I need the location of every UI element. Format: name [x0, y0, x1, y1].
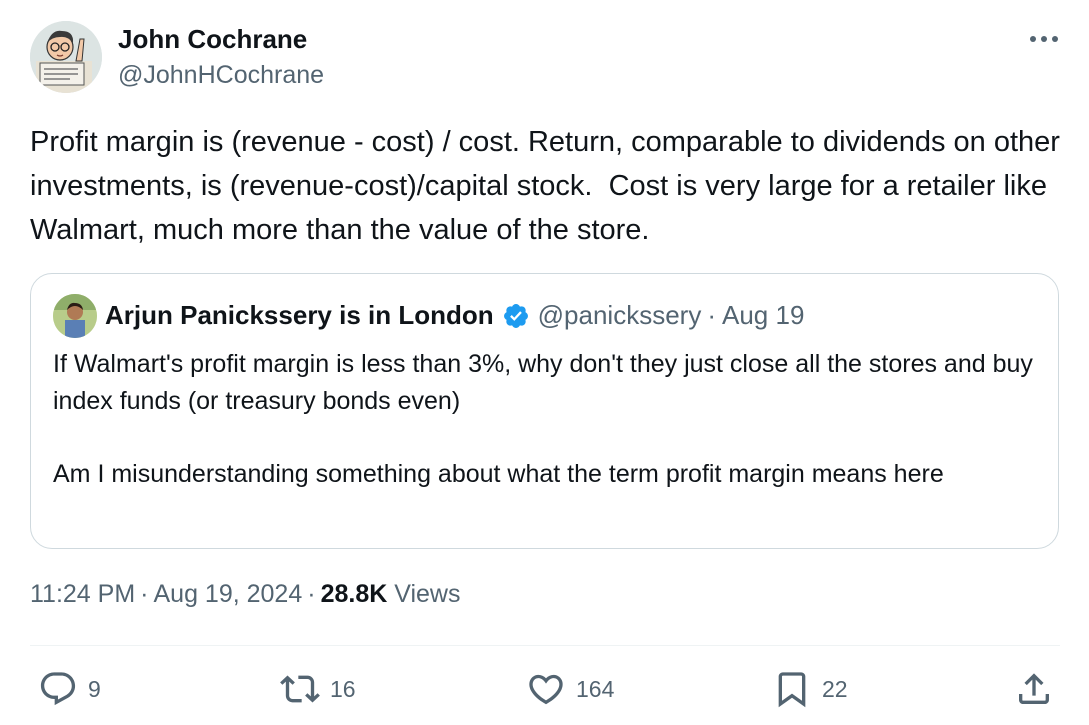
- quoted-separator: ·: [707, 300, 716, 330]
- bookmark-count: 22: [822, 675, 848, 702]
- repost-button[interactable]: 16: [280, 667, 356, 711]
- quoted-paragraph: If Walmart's profit margin is less than …: [53, 350, 1033, 415]
- author-handle[interactable]: @JohnHCochrane: [118, 61, 324, 90]
- like-button[interactable]: 164: [526, 667, 614, 711]
- author-name[interactable]: John Cochrane: [118, 24, 307, 55]
- heart-icon: [526, 669, 566, 709]
- bookmark-button[interactable]: 22: [772, 667, 848, 711]
- quoted-tweet[interactable]: Arjun Panickssery is in London @panickss…: [30, 273, 1059, 549]
- more-options-button[interactable]: [1018, 24, 1070, 54]
- reply-icon: [38, 669, 78, 709]
- tweet: John Cochrane @JohnHCochrane Profit marg…: [0, 0, 1089, 725]
- share-button[interactable]: [1014, 667, 1054, 711]
- views-label: Views: [394, 580, 461, 608]
- more-horizontal-icon: [1029, 30, 1059, 48]
- share-icon: [1014, 669, 1054, 709]
- quoted-tweet-text: If Walmart's profit margin is less than …: [53, 346, 1033, 492]
- reply-count: 9: [88, 675, 101, 702]
- quoted-author-name[interactable]: Arjun Panickssery is in London: [105, 300, 494, 331]
- author-avatar[interactable]: [30, 21, 102, 93]
- tweet-text: Profit margin is (revenue - cost) / cost…: [30, 126, 1069, 246]
- quoted-author-avatar[interactable]: [53, 294, 97, 338]
- bookmark-icon: [772, 669, 812, 709]
- meta-separator: ·: [307, 580, 316, 608]
- quoted-tweet-header: Arjun Panickssery is in London @panickss…: [105, 300, 804, 331]
- quoted-paragraph: Am I misunderstanding something about wh…: [53, 459, 944, 488]
- like-count: 164: [576, 675, 615, 702]
- verified-badge-icon: [502, 302, 530, 330]
- divider: [30, 645, 1060, 646]
- quoted-tweet-date[interactable]: Aug 19: [722, 300, 804, 331]
- meta-separator: ·: [140, 580, 149, 608]
- tweet-time[interactable]: 11:24 PM: [30, 580, 135, 608]
- tweet-date[interactable]: Aug 19, 2024: [153, 580, 302, 608]
- views-count: 28.8K: [320, 580, 388, 608]
- reply-button[interactable]: 9: [38, 667, 101, 711]
- repost-count: 16: [330, 675, 356, 702]
- quoted-author-handle[interactable]: @panickssery: [538, 300, 702, 331]
- repost-icon: [280, 669, 320, 709]
- tweet-meta: 11:24 PM · Aug 19, 2024 · 28.8K Views: [30, 580, 460, 609]
